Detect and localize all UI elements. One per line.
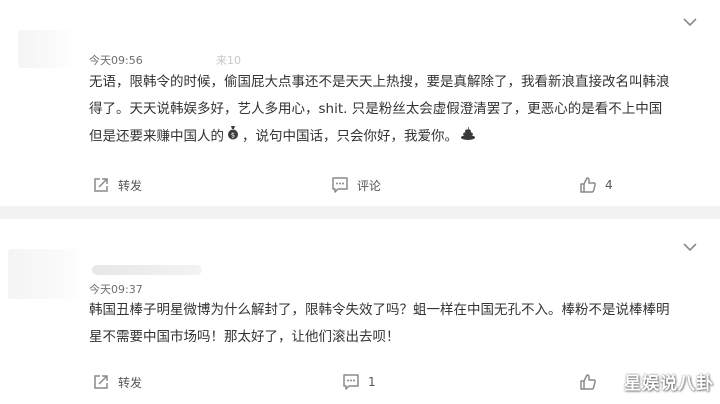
money-bag-icon: $ <box>226 123 240 150</box>
comment-text: 无语，限韩令的时候，偷国屁大点事还不是天天上热搜，要是真解除了，我看新浪直接改名… <box>89 69 675 151</box>
thumbs-up-icon <box>580 374 596 390</box>
card-separator <box>0 206 720 219</box>
repost-label: 转发 <box>118 375 143 390</box>
comment-card: 今天09:56 来10 无语，限韩令的时候，偷国屁大点事还不是天天上热搜，要是真… <box>0 0 720 206</box>
svg-text:$: $ <box>231 132 235 140</box>
repost-icon <box>94 178 108 192</box>
post-time: 今天09:37 <box>89 283 143 296</box>
avatar[interactable] <box>8 249 88 299</box>
post-source: 来10 <box>216 54 241 67</box>
repost-icon <box>94 375 108 389</box>
post-time: 今天09:56 <box>89 54 143 67</box>
repost-button[interactable]: 转发 <box>92 373 142 391</box>
comment-icon <box>332 177 348 193</box>
comment-icon <box>343 374 359 390</box>
comment-count: 1 <box>368 375 376 389</box>
poop-icon <box>460 123 476 150</box>
username[interactable] <box>92 265 202 275</box>
chevron-down-icon[interactable] <box>682 241 698 253</box>
thumbs-up-icon <box>580 177 596 193</box>
comment-button[interactable]: 1 <box>342 373 376 391</box>
repost-button[interactable]: 转发 <box>92 176 142 194</box>
chevron-down-icon[interactable] <box>682 16 698 28</box>
like-button[interactable] <box>579 373 605 391</box>
avatar[interactable] <box>18 30 76 68</box>
like-count: 4 <box>605 178 613 192</box>
repost-label: 转发 <box>118 178 143 193</box>
comment-label: 评论 <box>357 178 382 193</box>
comment-button[interactable]: 评论 <box>331 176 381 194</box>
comment-text-part-2: ，说句中国话，只会你好，我爱你。 <box>242 128 458 145</box>
comment-text: 韩国丑棒子明星微博为什么解封了，限韩令失效了吗？蛆一样在中国无孔不入。棒粉不是说… <box>89 302 670 345</box>
like-button[interactable]: 4 <box>579 176 613 194</box>
comment-card: 今天09:37 韩国丑棒子明星微博为什么解封了，限韩令失效了吗？蛆一样在中国无孔… <box>0 219 720 404</box>
watermark: 星娱说八卦 <box>624 374 714 394</box>
